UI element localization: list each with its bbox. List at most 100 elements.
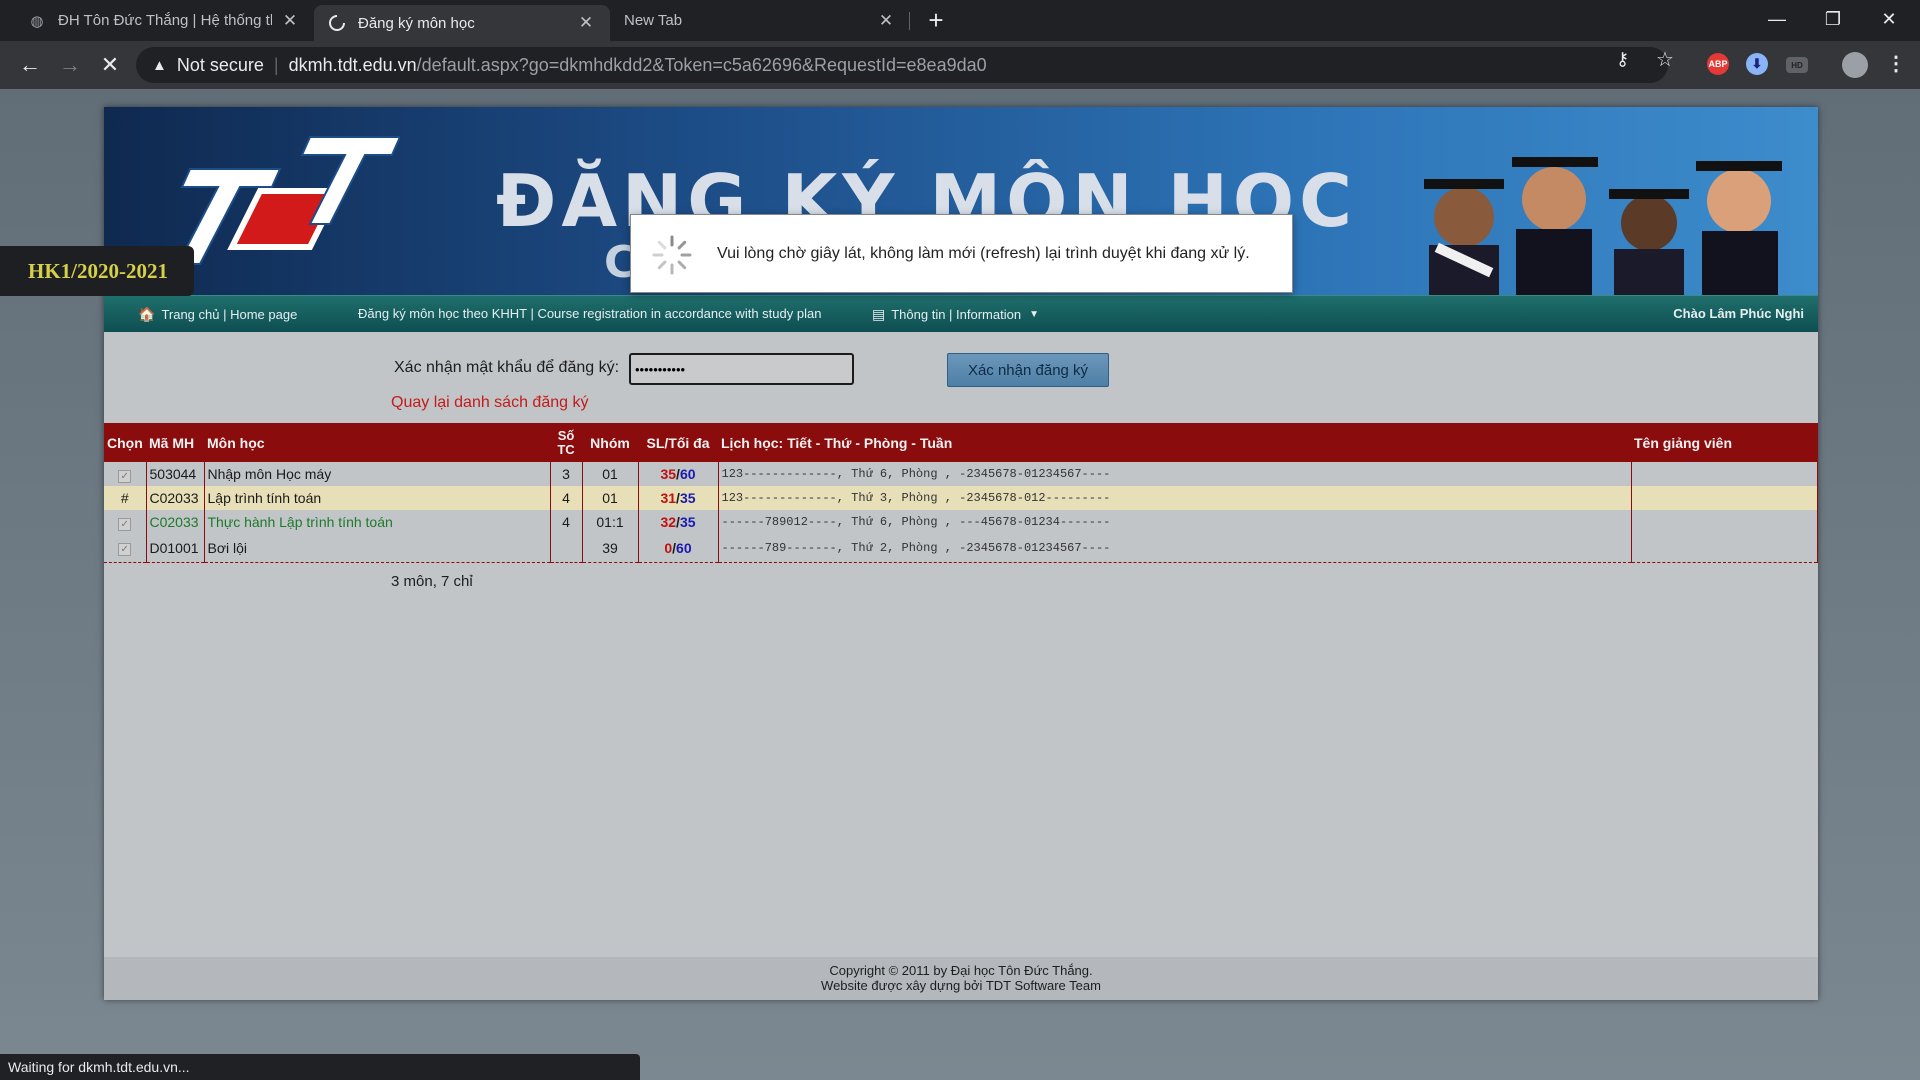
cell-giang-vien (1631, 510, 1818, 534)
minimize-button[interactable]: — (1754, 0, 1800, 38)
col-sl-toi-da: SL/Tối đa (638, 423, 718, 462)
close-tab-icon[interactable]: ✕ (280, 11, 300, 31)
tab-tdtu-system[interactable]: ◍ ĐH Tôn Đức Thắng | Hệ thống th ✕ (14, 0, 314, 41)
address-bar[interactable]: ▲ Not secure | dkmh.tdt.edu.vn /default.… (136, 47, 1668, 83)
browser-tab-bar: ◍ ĐH Tôn Đức Thắng | Hệ thống th ✕ Đăng … (0, 0, 1920, 41)
col-mon-hoc: Môn học (204, 423, 550, 462)
table-row: ✓ 503044 Nhập môn Học máy 3 01 35/60 123… (104, 462, 1818, 486)
tab-new-tab[interactable]: New Tab ✕ (610, 0, 910, 41)
cell-sl: 32/35 (638, 510, 719, 534)
col-so-tc: Số TC (550, 423, 582, 462)
checkbox[interactable]: ✓ (118, 517, 132, 531)
cell-ma-mh: D01001 (146, 534, 205, 563)
sl-current: 31 (660, 490, 677, 506)
loading-spinner-icon (652, 235, 692, 275)
checkbox[interactable]: ✓ (118, 543, 132, 557)
sl-max: 60 (676, 539, 692, 556)
sl-max: 60 (679, 466, 696, 482)
restore-button[interactable]: ❐ (1810, 0, 1856, 38)
cell-giang-vien (1631, 486, 1818, 510)
cell-nhom: 01:1 (582, 510, 639, 534)
browser-status-bar: Waiting for dkmh.tdt.edu.vn... (0, 1054, 640, 1080)
tab-title: Đăng ký môn học (358, 14, 475, 32)
cell-nhom: 01 (582, 462, 639, 486)
table-row: # C02033 Lập trình tính toán 4 01 31/35 … (104, 486, 1818, 510)
confirm-register-button[interactable]: Xác nhận đăng ký (947, 353, 1109, 387)
cell-sl: 31/35 (638, 486, 719, 510)
col-lich-hoc: Lịch học: Tiết - Thứ - Phòng - Tuần (718, 423, 1631, 462)
sl-max: 35 (679, 490, 696, 506)
registration-table: Chọn Mã MH Môn học Số TC Nhóm SL/Tối đa … (104, 423, 1818, 563)
sl-max: 35 (679, 514, 696, 530)
cell-mon-hoc: Bơi lội (204, 534, 551, 563)
cell-so-tc (550, 534, 583, 563)
col-tc-label: TC (557, 441, 575, 457)
cell-so-tc: 4 (550, 486, 583, 510)
footer-credit: Website được xây dựng bởi TDT Software T… (821, 978, 1101, 993)
cell-lich-hoc: ------789012----, Thứ 6, Phòng , ---4567… (718, 510, 1632, 534)
col-nhom: Nhóm (582, 423, 638, 462)
profile-avatar[interactable] (1842, 52, 1868, 78)
checkbox[interactable]: ✓ (118, 469, 132, 483)
stop-loading-button[interactable]: ✕ (94, 49, 126, 81)
key-icon[interactable]: ⚷ (1616, 49, 1629, 70)
cell-mon-hoc: Lập trình tính toán (204, 486, 551, 510)
nav-home[interactable]: 🏠 Trang chủ | Home page (138, 306, 297, 323)
forward-button[interactable]: → (54, 49, 86, 81)
close-tab-icon[interactable]: ✕ (576, 13, 596, 33)
table-row: ✓ C02033 Thực hành Lập trình tính toán 4… (104, 510, 1818, 534)
cell-lich-hoc: 123-------------, Thứ 3, Phòng , -234567… (718, 486, 1632, 510)
password-field[interactable] (629, 353, 854, 385)
cell-so-tc: 4 (550, 510, 583, 534)
tdt-logo (176, 136, 400, 265)
sl-current: 0 (664, 539, 673, 556)
download-extension-icon[interactable]: ⬇ (1746, 53, 1768, 75)
cell-nhom: 01 (582, 486, 639, 510)
password-confirm-label: Xác nhận mật khẩu để đăng ký: (394, 359, 620, 376)
url-host: dkmh.tdt.edu.vn (288, 54, 417, 75)
cell-mon-hoc: Nhập môn Học máy (204, 462, 551, 486)
cell-mon-hoc: Thực hành Lập trình tính toán (204, 510, 551, 534)
tab-dang-ky-mon-hoc[interactable]: Đăng ký môn học ✕ (314, 5, 610, 41)
cell-lich-hoc: ------789-------, Thứ 2, Phòng , -234567… (718, 534, 1632, 563)
graduates-photo (1424, 157, 1782, 295)
loading-dialog: Vui lòng chờ giây lát, không làm mới (re… (630, 214, 1293, 293)
cell-giang-vien (1631, 462, 1818, 486)
window-close-button[interactable]: ✕ (1866, 0, 1912, 38)
list-icon: ▤ (872, 306, 886, 322)
col-chon: Chọn (104, 423, 146, 462)
bookmark-star-icon[interactable]: ☆ (1656, 47, 1674, 72)
adblock-extension-icon[interactable]: ABP (1707, 53, 1729, 75)
cell-sl: 35/60 (638, 462, 719, 486)
col-giang-vien: Tên giảng viên (1631, 423, 1818, 462)
cell-ma-mh: C02033 (146, 486, 205, 510)
user-greeting: Chào Lâm Phúc Nghi (1673, 306, 1804, 321)
nav-register-label: Đăng ký môn học theo KHHT | Course regis… (358, 306, 822, 321)
browser-menu-icon[interactable]: ⋮ (1886, 51, 1906, 76)
nav-home-label: Trang chủ | Home page (161, 307, 298, 322)
tab-separator (909, 12, 910, 30)
back-to-list-link[interactable]: Quay lại danh sách đăng ký (391, 394, 588, 412)
security-label: Not secure (176, 54, 264, 75)
nav-information[interactable]: ▤ Thông tin | Information ▼ (872, 306, 1045, 323)
tab-title: ĐH Tôn Đức Thắng | Hệ thống th (58, 12, 272, 29)
warning-icon: ▲ (152, 56, 167, 74)
row-select[interactable]: ✓ (104, 510, 147, 534)
url-path: /default.aspx?go=dkmhdkdd2&Token=c5a6269… (416, 54, 987, 75)
hd-extension-icon[interactable]: HD (1786, 57, 1808, 73)
main-navbar: 🏠 Trang chủ | Home page Đăng ký môn học … (104, 295, 1818, 332)
loading-message: Vui lòng chờ giây lát, không làm mới (re… (717, 244, 1250, 262)
sl-current: 35 (660, 466, 677, 482)
cell-giang-vien (1631, 534, 1818, 563)
row-select[interactable]: ✓ (104, 534, 147, 563)
new-tab-button[interactable]: + (922, 7, 950, 35)
cell-ma-mh: 503044 (146, 462, 205, 486)
browser-toolbar: ← → ✕ ▲ Not secure | dkmh.tdt.edu.vn /de… (0, 41, 1920, 89)
close-tab-icon[interactable]: ✕ (876, 11, 896, 31)
home-icon: 🏠 (138, 306, 156, 322)
col-so-label: Số (557, 427, 575, 443)
col-ma-mh: Mã MH (146, 423, 204, 462)
row-select[interactable]: ✓ (104, 462, 147, 486)
nav-register-khht[interactable]: Đăng ký môn học theo KHHT | Course regis… (358, 306, 821, 321)
back-button[interactable]: ← (14, 49, 46, 81)
